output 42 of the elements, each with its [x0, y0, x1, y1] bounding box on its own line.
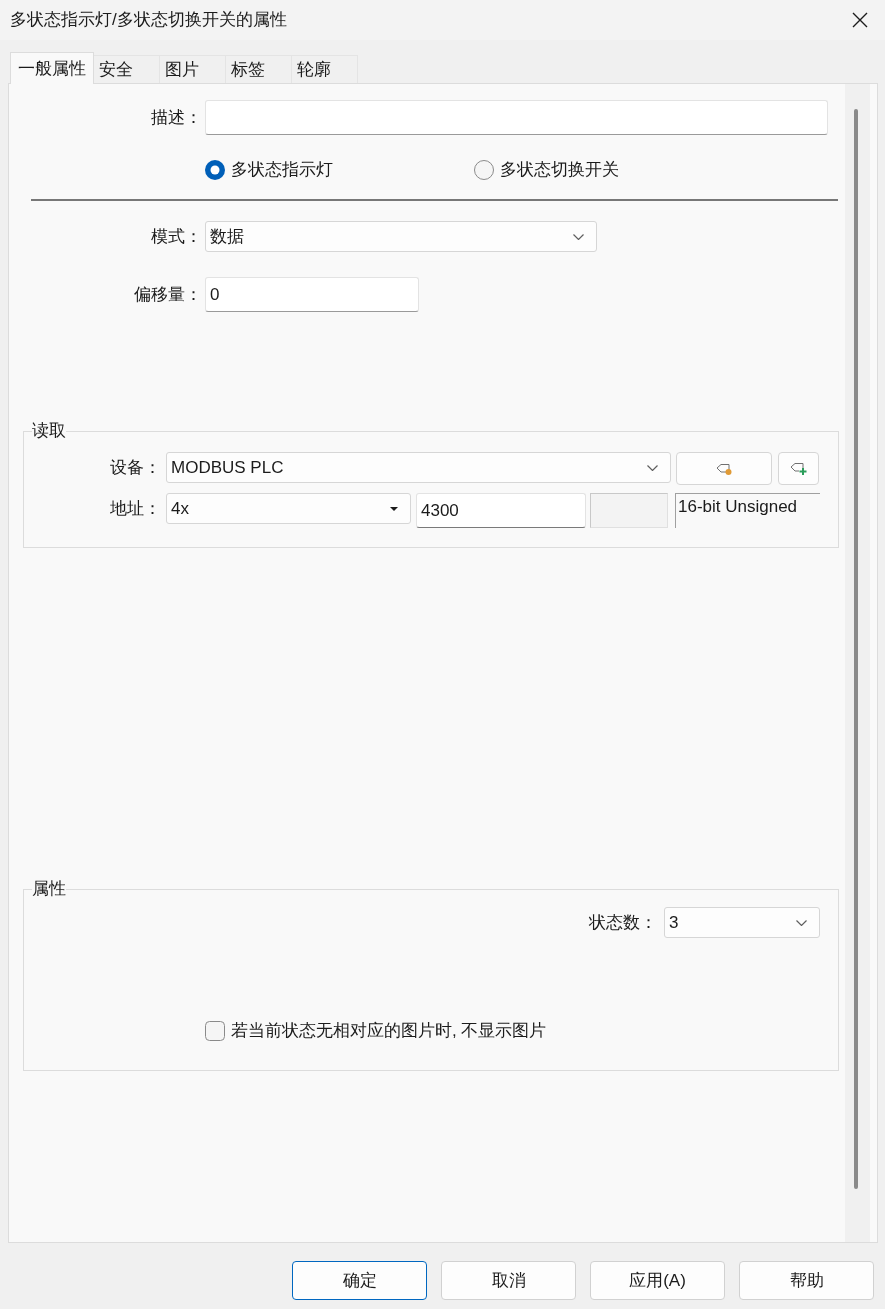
- offset-field[interactable]: 0: [205, 277, 419, 312]
- chevron-down-icon: [796, 919, 807, 926]
- field-label: 描述：: [151, 106, 202, 129]
- field-label: 状态数：: [589, 911, 657, 934]
- address-type-dropdown[interactable]: 4x: [166, 493, 411, 524]
- description-field[interactable]: [205, 100, 828, 135]
- data-type-field: 16-bit Unsigned: [675, 493, 820, 528]
- close-button[interactable]: [851, 11, 869, 29]
- address-field[interactable]: 4300: [416, 493, 586, 528]
- scrollbar-track[interactable]: [845, 84, 870, 1242]
- checkbox[interactable]: [205, 1021, 225, 1041]
- radio-label[interactable]: 多状态切换开关: [500, 159, 619, 181]
- checkbox-label[interactable]: 若当前状态无相对应的图片时, 不显示图片: [231, 1020, 547, 1042]
- tag-plus-icon: [790, 462, 807, 475]
- field-label: 设备：: [110, 456, 161, 479]
- close-icon: [852, 12, 868, 28]
- group-title: 读取: [32, 420, 66, 442]
- radio-button[interactable]: [474, 160, 494, 180]
- dialog-button[interactable]: 确定: [292, 1261, 427, 1300]
- dialog-button[interactable]: 取消: [441, 1261, 576, 1300]
- dialog-button[interactable]: 帮助: [739, 1261, 874, 1300]
- tab[interactable]: 图片: [160, 55, 226, 83]
- chevron-down-icon: [573, 233, 584, 240]
- tab[interactable]: 安全: [94, 55, 160, 83]
- field-label: 地址：: [110, 497, 161, 520]
- radio-label[interactable]: 多状态指示灯: [231, 159, 333, 181]
- scrollbar-thumb[interactable]: [854, 109, 858, 1189]
- dialog-button[interactable]: 应用(A): [590, 1261, 725, 1300]
- window-title: 多状态指示灯/多状态切换开关的属性: [10, 9, 287, 31]
- radio-button[interactable]: [205, 160, 225, 180]
- field-label: 偏移量：: [134, 283, 202, 306]
- tab[interactable]: 标签: [226, 55, 292, 83]
- chevron-down-icon: [647, 464, 658, 471]
- field-label: 模式：: [151, 225, 202, 248]
- tab[interactable]: 一般属性: [10, 52, 94, 84]
- state-count-dropdown[interactable]: 3: [664, 907, 820, 938]
- mode-dropdown[interactable]: 数据: [205, 221, 597, 252]
- group-title: 属性: [32, 878, 66, 900]
- caret-down-icon: [390, 506, 398, 511]
- device-dropdown[interactable]: MODBUS PLC: [166, 452, 671, 483]
- tab[interactable]: 轮廓: [292, 55, 358, 83]
- add-tag-button[interactable]: [778, 452, 819, 485]
